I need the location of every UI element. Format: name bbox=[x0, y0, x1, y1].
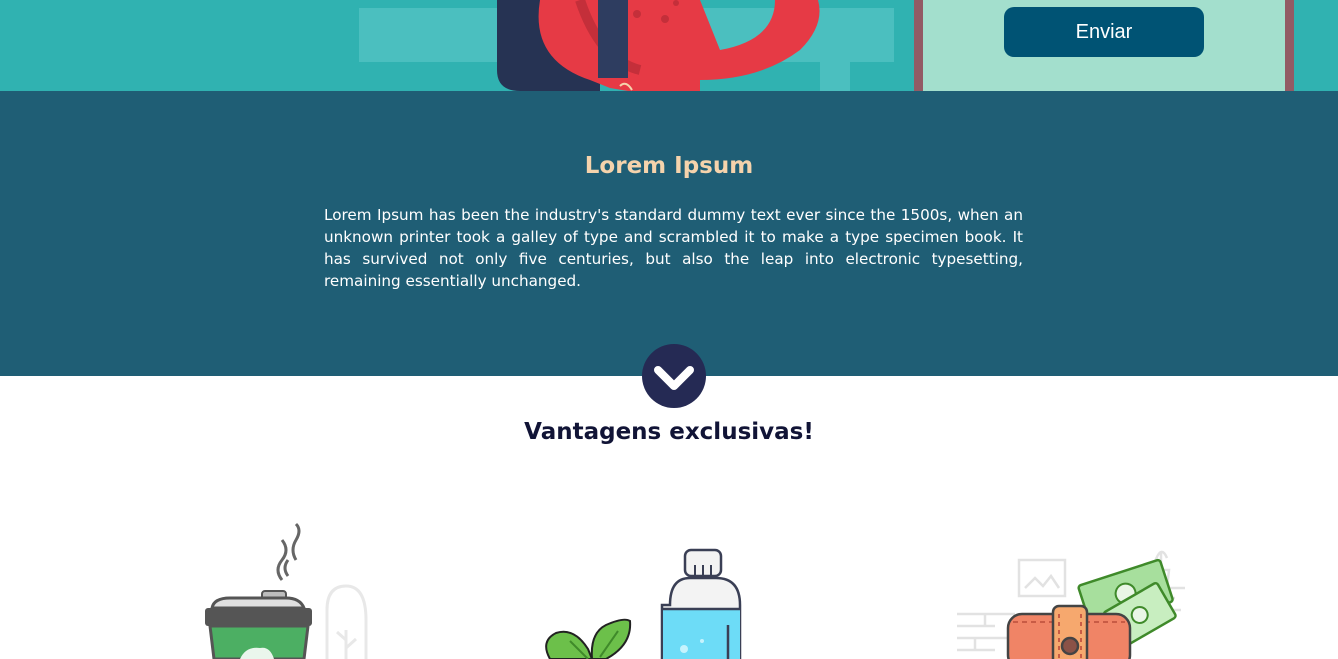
about-title: Lorem Ipsum bbox=[584, 153, 754, 179]
water-bottle-icon bbox=[545, 548, 742, 659]
coffee-cup-icon bbox=[205, 522, 368, 659]
chevron-down-icon bbox=[654, 366, 694, 390]
about-section: Lorem Ipsum Lorem Ipsum has been the ind… bbox=[0, 91, 1338, 376]
scroll-down-button[interactable] bbox=[642, 344, 706, 408]
advantage-item-coffee bbox=[200, 520, 390, 659]
about-text: Lorem Ipsum has been the industry's stan… bbox=[324, 206, 1023, 290]
advantages-title: Vantagens exclusivas! bbox=[524, 419, 814, 445]
advantage-item-bottle bbox=[540, 545, 750, 659]
advantage-item-wallet bbox=[955, 540, 1195, 659]
send-button[interactable]: Enviar bbox=[1004, 7, 1204, 57]
wallet-icon bbox=[957, 550, 1185, 659]
